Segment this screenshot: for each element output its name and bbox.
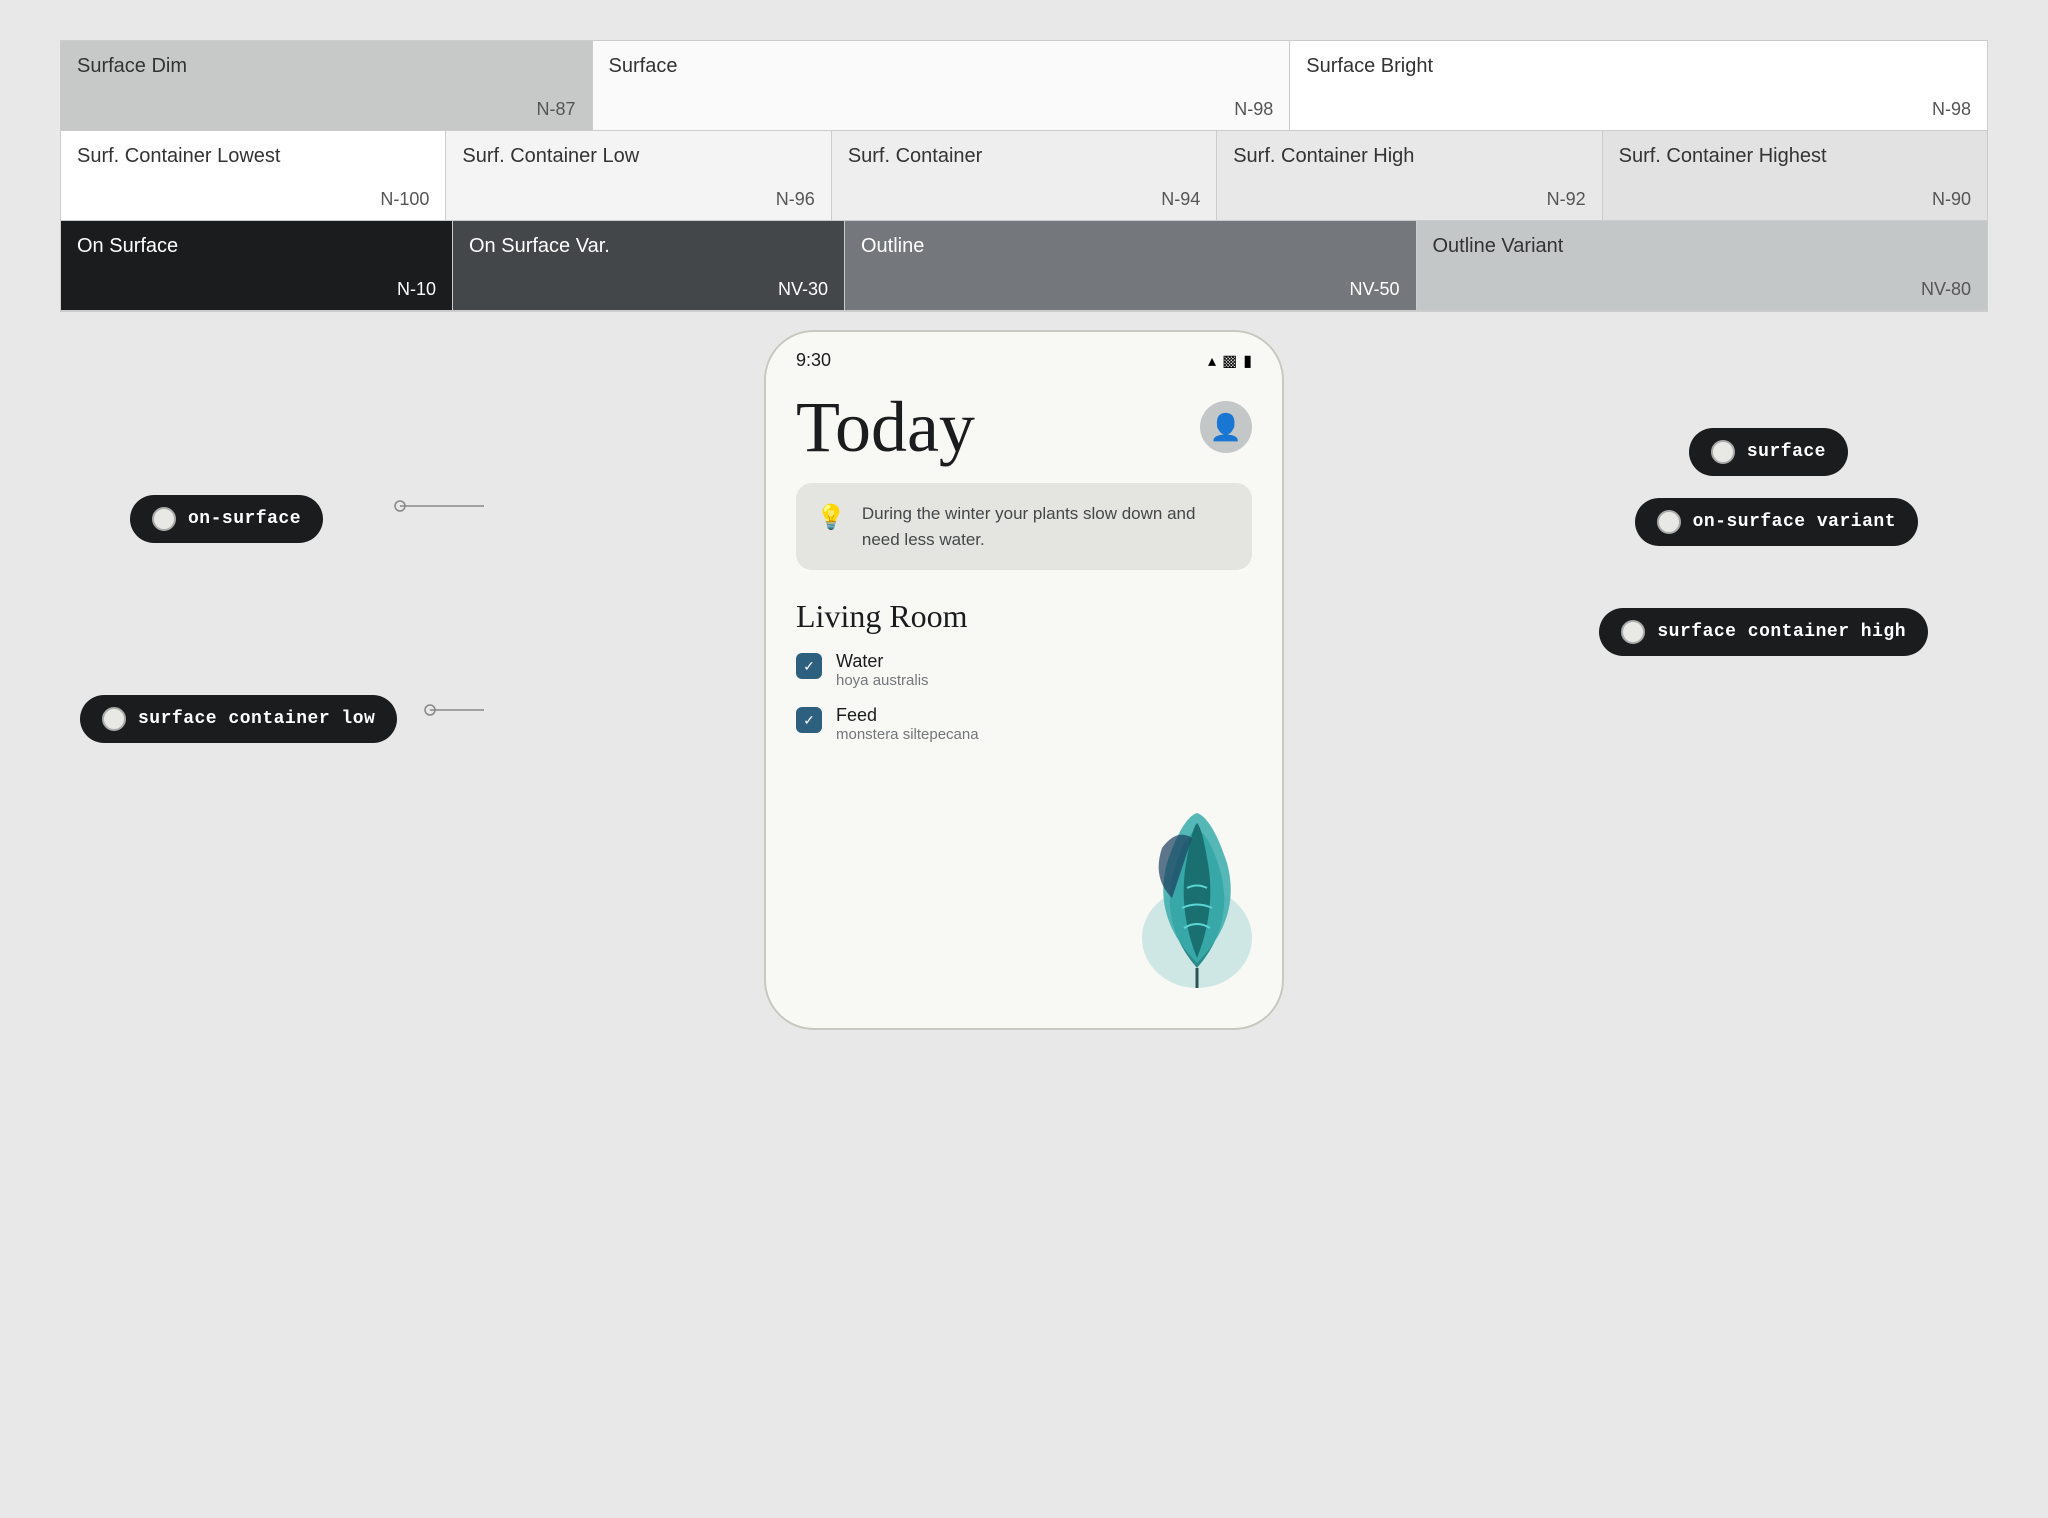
task-text-feed: Feed monstera siltepecana xyxy=(836,705,979,743)
task-checkbox-water[interactable]: ✓ xyxy=(796,653,822,679)
cell-on-surface-var-label: On Surface Var. xyxy=(469,235,828,258)
cell-surface-label: Surface xyxy=(609,55,1274,78)
person-icon: 👤 xyxy=(1210,412,1242,443)
battery-icon: ▮ xyxy=(1243,351,1252,371)
cell-surf-cont: Surf. Container N-94 xyxy=(832,131,1217,221)
cell-surface-dim-label: Surface Dim xyxy=(77,55,576,78)
phone-wrapper: 9:30 ▴ ▩ ▮ Today 👤 💡 xyxy=(764,330,1284,1030)
status-icons: ▴ ▩ ▮ xyxy=(1208,351,1252,371)
cell-surface-bright-value: N-98 xyxy=(1932,99,1971,120)
cell-on-surface-var-value: NV-30 xyxy=(778,279,828,300)
annotation-surf-cont-low-dot xyxy=(102,707,126,731)
cell-outline-value: NV-50 xyxy=(1349,279,1399,300)
avatar-button[interactable]: 👤 xyxy=(1200,401,1252,453)
cell-outline: Outline NV-50 xyxy=(845,221,1417,311)
phone-frame: 9:30 ▴ ▩ ▮ Today 👤 💡 xyxy=(764,330,1284,1030)
cell-on-surface-value: N-10 xyxy=(397,279,436,300)
wifi-icon: ▴ xyxy=(1208,351,1216,371)
today-title: Today xyxy=(796,391,975,463)
cell-surf-cont-lowest-label: Surf. Container Lowest xyxy=(77,145,429,168)
cell-outline-label: Outline xyxy=(861,235,1400,258)
phone-header: Today 👤 xyxy=(796,391,1252,463)
annotation-surface-label: surface xyxy=(1747,442,1826,462)
phone-content: Today 👤 💡 During the winter your plants … xyxy=(766,381,1282,779)
task-sub-water: hoya australis xyxy=(836,672,929,689)
annotation-on-surface-label: on-surface xyxy=(188,509,301,529)
task-checkbox-feed[interactable]: ✓ xyxy=(796,707,822,733)
cell-surf-cont-high-label: Surf. Container High xyxy=(1233,145,1585,168)
task-item-feed: ✓ Feed monstera siltepecana xyxy=(796,705,1252,743)
cell-surf-cont-high-value: N-92 xyxy=(1547,189,1586,210)
plant-illustration xyxy=(1132,808,1262,988)
task-list: ✓ Water hoya australis ✓ Feed xyxy=(796,651,1252,743)
annotation-on-surface-variant: on-surface variant xyxy=(1635,498,1918,546)
plant-svg xyxy=(1132,808,1262,988)
annotation-surface: surface xyxy=(1689,428,1848,476)
checkmark-icon: ✓ xyxy=(803,658,815,675)
cell-surf-cont-label: Surf. Container xyxy=(848,145,1200,168)
lightbulb-icon: 💡 xyxy=(816,503,846,532)
cell-surf-cont-highest-label: Surf. Container Highest xyxy=(1619,145,1971,168)
cell-surf-cont-low-label: Surf. Container Low xyxy=(462,145,814,168)
cell-surf-cont-value: N-94 xyxy=(1161,189,1200,210)
info-card: 💡 During the winter your plants slow dow… xyxy=(796,483,1252,570)
cell-surf-cont-lowest-value: N-100 xyxy=(380,189,429,210)
palette-row-2: Surf. Container Lowest N-100 Surf. Conta… xyxy=(61,131,1987,221)
annotation-surface-dot xyxy=(1711,440,1735,464)
signal-icon: ▩ xyxy=(1222,351,1237,371)
cell-surf-cont-highest-value: N-90 xyxy=(1932,189,1971,210)
color-palette-table: Surface Dim N-87 Surface N-98 Surface Br… xyxy=(60,40,1988,312)
task-name-feed: Feed xyxy=(836,705,979,726)
cell-outline-variant-label: Outline Variant xyxy=(1433,235,1972,258)
annotation-on-surface-variant-label: on-surface variant xyxy=(1693,512,1896,532)
annotation-on-surface: on-surface xyxy=(130,495,323,543)
annotation-surf-cont-high-dot xyxy=(1621,620,1645,644)
cell-surface: Surface N-98 xyxy=(593,41,1291,131)
annotation-surface-container-low: surface container low xyxy=(80,695,397,743)
task-sub-feed: monstera siltepecana xyxy=(836,726,979,743)
cell-on-surface-var: On Surface Var. NV-30 xyxy=(453,221,845,311)
annotation-surf-cont-high-label: surface container high xyxy=(1657,622,1906,642)
section-title: Living Room xyxy=(796,598,1252,635)
cell-surface-dim-value: N-87 xyxy=(537,99,576,120)
cell-surface-dim: Surface Dim N-87 xyxy=(61,41,593,131)
cell-surface-bright-label: Surface Bright xyxy=(1306,55,1971,78)
palette-row-3: On Surface N-10 On Surface Var. NV-30 Ou… xyxy=(61,221,1987,311)
cell-outline-variant: Outline Variant NV-80 xyxy=(1417,221,1988,311)
cell-surface-bright: Surface Bright N-98 xyxy=(1290,41,1987,131)
cell-surf-cont-low: Surf. Container Low N-96 xyxy=(446,131,831,221)
task-text-water: Water hoya australis xyxy=(836,651,929,689)
annotation-on-surface-variant-dot xyxy=(1657,510,1681,534)
palette-row-1: Surface Dim N-87 Surface N-98 Surface Br… xyxy=(61,41,1987,131)
task-item-water: ✓ Water hoya australis xyxy=(796,651,1252,689)
annotation-surface-container-high: surface container high xyxy=(1599,608,1928,656)
annotation-surf-cont-low-label: surface container low xyxy=(138,709,375,729)
info-card-text: During the winter your plants slow down … xyxy=(862,501,1232,552)
cell-on-surface: On Surface N-10 xyxy=(61,221,453,311)
checkmark-icon-2: ✓ xyxy=(803,712,815,729)
phone-status-bar: 9:30 ▴ ▩ ▮ xyxy=(766,332,1282,381)
task-name-water: Water xyxy=(836,651,929,672)
annotation-on-surface-dot xyxy=(152,507,176,531)
cell-surface-value: N-98 xyxy=(1234,99,1273,120)
cell-on-surface-label: On Surface xyxy=(77,235,436,258)
cell-outline-variant-value: NV-80 xyxy=(1921,279,1971,300)
cell-surf-cont-low-value: N-96 xyxy=(776,189,815,210)
cell-surf-cont-highest: Surf. Container Highest N-90 xyxy=(1603,131,1987,221)
status-time: 9:30 xyxy=(796,350,831,371)
cell-surf-cont-lowest: Surf. Container Lowest N-100 xyxy=(61,131,446,221)
cell-surf-cont-high: Surf. Container High N-92 xyxy=(1217,131,1602,221)
